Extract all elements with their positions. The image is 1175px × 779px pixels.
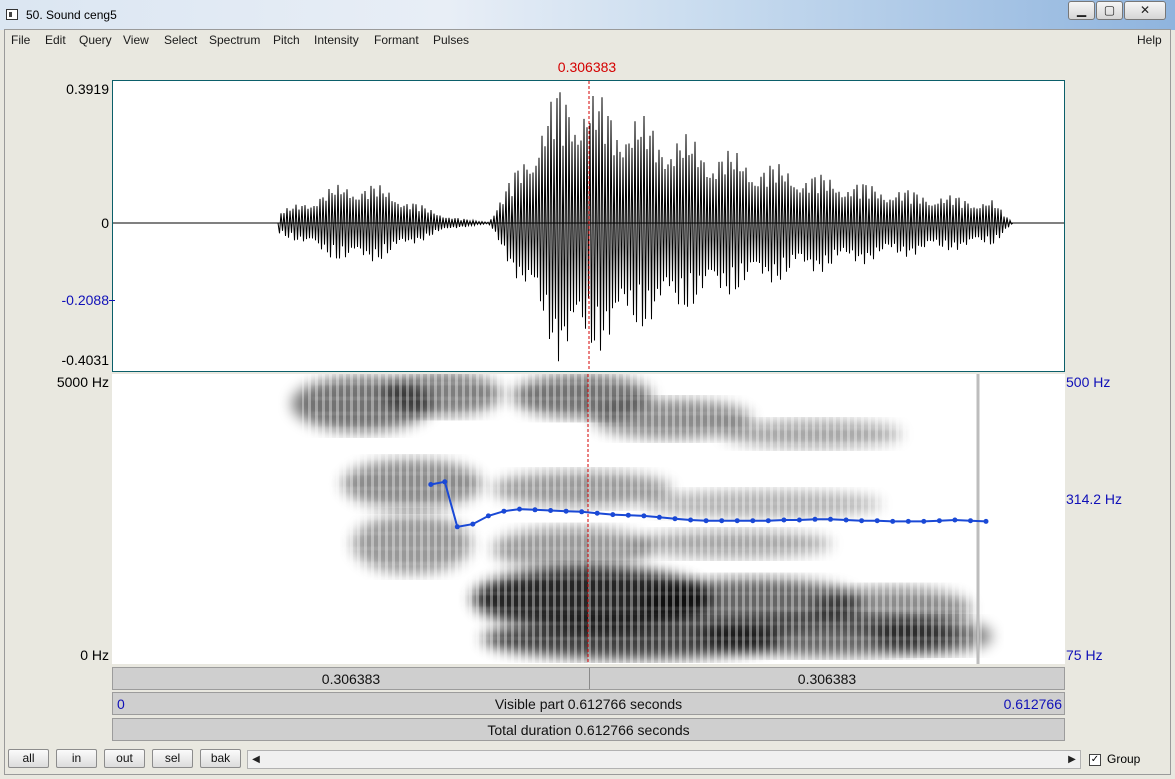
menu-pitch[interactable]: Pitch <box>273 33 300 47</box>
pitch-point <box>532 507 538 513</box>
wave-ymin-label: -0.4031 <box>61 352 109 368</box>
pitch-point <box>548 508 554 513</box>
total-duration-label: Total duration 0.612766 seconds <box>487 722 690 738</box>
pitch-point <box>656 514 662 520</box>
menu-edit[interactable]: Edit <box>45 33 66 47</box>
wave-ymark-tick <box>109 300 115 301</box>
scroll-left-arrow-icon[interactable]: ◀ <box>248 751 264 768</box>
time-scrollbar[interactable]: ◀ ▶ <box>247 750 1081 769</box>
pitch-point <box>517 506 522 512</box>
minimize-button[interactable]: ▁ <box>1068 1 1095 20</box>
pitch-point <box>890 518 896 524</box>
waveform-panel[interactable] <box>112 80 1065 372</box>
pitch-point <box>579 509 585 515</box>
pitch-point <box>734 518 740 524</box>
total-duration-bar[interactable]: Total duration 0.612766 seconds <box>112 718 1065 741</box>
waveform-trace <box>113 92 1063 362</box>
menu-select[interactable]: Select <box>164 33 197 47</box>
menu-formant[interactable]: Formant <box>374 33 419 47</box>
segment-right[interactable]: 0.306383 <box>590 668 1064 689</box>
pitch-point <box>905 518 911 524</box>
pitch-point <box>501 508 507 514</box>
menu-spectrum[interactable]: Spectrum <box>209 33 260 47</box>
sound-editor-window: File Edit Query View Select Spectrum Pit… <box>4 29 1171 775</box>
pitch-point <box>442 479 448 485</box>
pitch-mark-label: 314.2 Hz <box>1066 491 1123 507</box>
pitch-point <box>454 524 460 530</box>
maximize-button[interactable]: ▢ <box>1096 1 1123 20</box>
pitch-point <box>812 516 818 522</box>
pitch-point <box>781 517 787 523</box>
pitch-point <box>594 510 600 516</box>
pitch-point <box>936 518 942 524</box>
zoom-in-button[interactable]: in <box>56 749 97 768</box>
pitch-point <box>796 517 802 523</box>
cursor-time-label: 0.306383 <box>557 59 617 75</box>
pitch-point <box>843 517 849 523</box>
pitch-point <box>563 508 569 514</box>
title-bar: 50. Sound ceng5 ▁ ▢ ✕ <box>0 0 1175 28</box>
close-button[interactable]: ✕ <box>1124 1 1166 20</box>
pitch-point <box>703 518 709 524</box>
menu-view[interactable]: View <box>123 33 149 47</box>
wave-ymark-label: -0.2088 <box>61 292 109 308</box>
pitch-point <box>983 518 989 524</box>
pitch-point <box>952 517 958 523</box>
segment-left-duration: 0.306383 <box>321 671 381 687</box>
visible-end: 0.612766 <box>1003 696 1062 712</box>
pitch-point <box>765 518 771 524</box>
pitch-point <box>641 513 647 519</box>
pitch-point <box>874 518 880 524</box>
spec-fmax-label: 5000 Hz <box>56 374 109 390</box>
pitch-point <box>968 518 973 524</box>
waveform-plot <box>113 81 1064 371</box>
pitch-point <box>750 518 756 524</box>
bottom-toolbar: all in out sel bak ◀ ▶ ✓ Group <box>5 746 1170 772</box>
group-checkbox[interactable]: ✓ <box>1089 754 1101 766</box>
group-label: Group <box>1107 752 1141 766</box>
zoom-all-button[interactable]: all <box>8 749 49 768</box>
spec-fmin-label: 0 Hz <box>80 647 109 663</box>
pitch-point <box>428 482 434 487</box>
segment-right-duration: 0.306383 <box>797 671 857 687</box>
pitch-point <box>921 518 927 524</box>
menu-bar: File Edit Query View Select Spectrum Pit… <box>5 30 1170 50</box>
visible-part-label: Visible part 0.612766 seconds <box>494 696 683 712</box>
spectrogram-panel[interactable] <box>112 374 1065 664</box>
pitch-point <box>625 512 631 518</box>
pitch-point <box>719 518 725 524</box>
zoom-back-button[interactable]: bak <box>200 749 241 768</box>
pitch-point <box>470 521 476 527</box>
wave-zero-label: 0 <box>101 215 109 231</box>
spectrogram-texture <box>302 374 982 664</box>
zoom-sel-button[interactable]: sel <box>152 749 193 768</box>
segment-left[interactable]: 0.306383 <box>113 668 590 689</box>
menu-help[interactable]: Help <box>1137 33 1162 47</box>
window-title: 50. Sound ceng5 <box>26 8 117 22</box>
pitch-point <box>485 513 491 519</box>
pitch-point <box>828 516 833 522</box>
pitch-point <box>688 517 694 523</box>
pitch-max-label: 500 Hz <box>1066 374 1111 390</box>
pitch-point <box>859 518 865 524</box>
menu-file[interactable]: File <box>11 33 30 47</box>
zoom-out-button[interactable]: out <box>104 749 145 768</box>
menu-query[interactable]: Query <box>79 33 112 47</box>
pitch-point <box>672 516 678 522</box>
spectrogram-plot <box>292 374 992 664</box>
menu-intensity[interactable]: Intensity <box>314 33 359 47</box>
scroll-right-arrow-icon[interactable]: ▶ <box>1064 751 1080 768</box>
selection-bar[interactable]: 0.306383 0.306383 <box>112 667 1065 690</box>
menu-pulses[interactable]: Pulses <box>433 33 469 47</box>
visible-part-bar[interactable]: 0 Visible part 0.612766 seconds 0.612766 <box>112 692 1065 715</box>
app-icon <box>6 9 18 20</box>
wave-ymax-label: 0.3919 <box>66 81 109 97</box>
pitch-min-label: 75 Hz <box>1066 647 1103 663</box>
pitch-point <box>610 512 616 518</box>
